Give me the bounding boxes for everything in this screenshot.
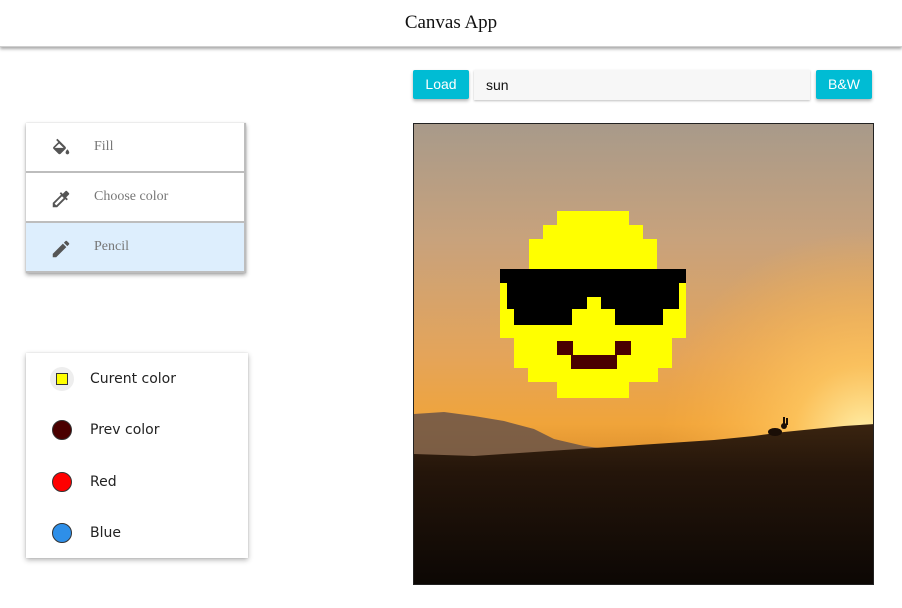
tool-pencil[interactable]: Pencil	[26, 223, 246, 273]
red-color-label: Red	[90, 474, 117, 490]
canvas-image	[414, 124, 873, 584]
blue-color-label: Blue	[90, 525, 121, 541]
bw-button[interactable]: B&W	[816, 70, 872, 99]
load-button[interactable]: Load	[413, 70, 469, 99]
pencil-icon	[52, 240, 70, 258]
tool-choose-color[interactable]: Choose color	[26, 173, 246, 223]
drawing-canvas[interactable]	[413, 123, 874, 585]
tool-choose-color-label: Choose color	[94, 189, 169, 204]
blue-color-swatch	[52, 523, 72, 543]
red-color-swatch	[52, 472, 72, 492]
current-color-label: Curent color	[90, 371, 176, 387]
tools-panel: Fill Choose color Pencil	[26, 123, 246, 273]
tool-fill-label: Fill	[94, 139, 114, 154]
app-title: Canvas App	[404, 12, 498, 33]
app-header: Canvas App	[0, 0, 902, 47]
paint-bucket-icon	[53, 138, 70, 155]
current-color-item[interactable]: Curent color	[26, 359, 248, 399]
prev-color-swatch	[52, 420, 72, 440]
search-input[interactable]	[474, 70, 810, 100]
colors-panel: Curent color Prev color Red Blue	[26, 353, 248, 558]
tool-pencil-label: Pencil	[94, 239, 129, 254]
prev-color-label: Prev color	[90, 422, 160, 438]
red-color-item[interactable]: Red	[26, 462, 248, 502]
blue-color-item[interactable]: Blue	[26, 513, 248, 553]
current-color-swatch	[56, 373, 68, 385]
prev-color-item[interactable]: Prev color	[26, 410, 248, 450]
eyedropper-icon	[52, 190, 70, 208]
tool-fill[interactable]: Fill	[26, 123, 246, 173]
